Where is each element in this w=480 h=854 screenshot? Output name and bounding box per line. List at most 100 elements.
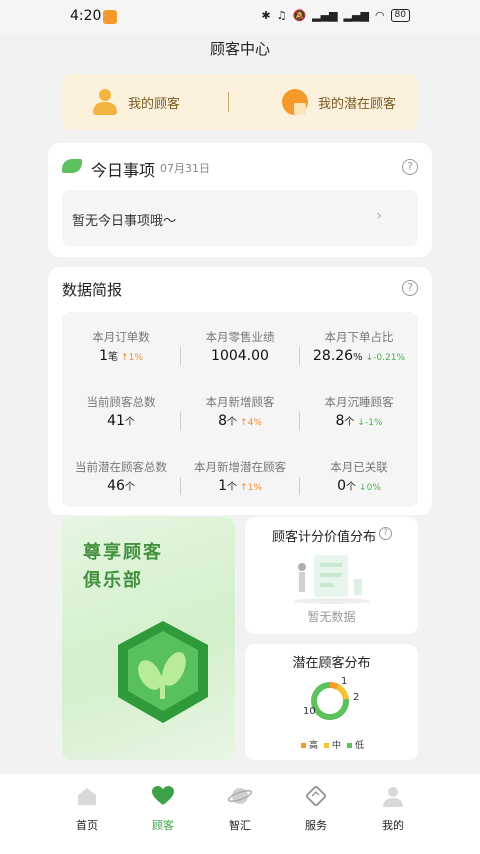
today-panel: 今日事项 07月31日 ? 暂无今日事项哦～ ›: [48, 143, 432, 257]
heart-icon: [152, 786, 174, 805]
stat-unit: 个: [227, 417, 238, 428]
stat-value-row: 41个: [62, 413, 180, 429]
trend-value: 1%: [128, 353, 143, 363]
stat-value: 1: [99, 348, 109, 364]
stat-label: 本月沉睡顾客: [324, 395, 394, 409]
club-title-line1: 尊享顾客: [83, 542, 163, 563]
prospect-icon: [280, 87, 310, 117]
battery-icon: 80: [390, 9, 410, 22]
trend-value: 4%: [247, 418, 262, 428]
potential-distribution-card[interactable]: 潜在顾客分布 1 2 10 高 中 低: [245, 644, 418, 760]
stat-item[interactable]: 本月新增顾客 8个 ↑4%: [181, 394, 299, 429]
trend-badge: ↑4%: [240, 418, 262, 428]
service-icon: [305, 785, 327, 807]
data-report-title: 数据简报: [62, 281, 123, 299]
stat-item[interactable]: 当前顾客总数 41个: [62, 394, 180, 429]
stat-value-row: 0个 ↓0%: [300, 478, 418, 494]
help-icon[interactable]: ?: [402, 280, 418, 296]
trend-down-icon: ↓: [359, 483, 367, 493]
trend-badge: ↑1%: [121, 353, 143, 363]
today-empty-row[interactable]: 暂无今日事项哦～ ›: [62, 190, 418, 246]
donut-slice-中: [335, 684, 349, 700]
stat-label: 本月新增顾客: [205, 395, 275, 409]
trend-up-icon: ↑: [240, 418, 248, 428]
trend-down-icon: ↓: [357, 418, 365, 428]
today-date: 07月31日: [160, 162, 210, 175]
tab-customers-label: 顾客: [152, 819, 174, 832]
stat-unit: 个: [346, 482, 357, 493]
score-distribution-card[interactable]: 顾客计分价值分布 ? 暂无数据: [245, 517, 418, 634]
my-customers-label: 我的顾客: [128, 96, 181, 112]
bluetooth-icon: ✱: [261, 9, 271, 22]
trend-badge: ↑1%: [240, 483, 262, 493]
stat-item[interactable]: 本月沉睡顾客 8个 ↓-1%: [300, 394, 418, 429]
trend-value: 0%: [366, 483, 381, 493]
stat-label: 当前潜在顾客总数: [75, 460, 167, 474]
stat-value: 1: [218, 478, 228, 494]
stat-unit: 个: [227, 482, 238, 493]
trend-value: -1%: [364, 418, 383, 428]
trend-value: -0.21%: [373, 353, 405, 363]
stat-item[interactable]: 当前潜在顾客总数 46个: [62, 459, 180, 494]
profile-icon: [383, 787, 403, 807]
stat-unit: %: [353, 352, 363, 363]
score-empty-text: 暂无数据: [307, 610, 356, 624]
data-report-panel: 数据简报 ? 本月订单数 1笔 ↑1% 本月零售业绩 1004.00 本月下单占比 28.2…: [48, 267, 432, 515]
stat-label: 本月零售业绩: [205, 330, 275, 344]
help-icon[interactable]: ?: [402, 159, 418, 175]
potential-distribution-title: 潜在顾客分布: [292, 656, 371, 671]
stat-item[interactable]: 本月下单占比 28.26% ↓-0.21%: [300, 329, 418, 364]
stat-item[interactable]: 本月订单数 1笔 ↑1%: [62, 329, 180, 364]
divider: [228, 92, 229, 112]
customer-icon: [90, 87, 120, 117]
stat-value-row: 1004.00: [181, 348, 299, 364]
score-distribution-title: 顾客计分价值分布: [272, 530, 377, 545]
home-icon: [78, 788, 96, 805]
my-customers-button[interactable]: 我的顾客: [90, 74, 180, 130]
stat-label: 当前顾客总数: [86, 395, 156, 409]
stat-unit: 个: [124, 482, 135, 493]
empty-illustration-icon: [294, 555, 370, 604]
tab-service-label: 服务: [305, 819, 327, 832]
club-title-line2: 俱乐部: [83, 570, 143, 591]
stat-label: 本月新增潜在顾客: [194, 460, 286, 474]
stat-item[interactable]: 本月已关联 0个 ↓0%: [300, 459, 418, 494]
today-empty-text: 暂无今日事项哦～: [72, 214, 177, 229]
tab-zhihui[interactable]: 智汇: [210, 784, 270, 833]
tab-profile[interactable]: 我的: [363, 784, 423, 833]
trend-badge: ↓-0.21%: [366, 353, 405, 363]
stat-item[interactable]: 本月零售业绩 1004.00: [181, 329, 299, 364]
help-icon[interactable]: ?: [379, 527, 392, 540]
leaf-icon: [62, 159, 82, 173]
trend-up-icon: ↑: [121, 353, 129, 363]
trend-badge: ↓0%: [359, 483, 381, 493]
trend-value: 1%: [247, 483, 262, 493]
stat-label: 本月订单数: [92, 330, 150, 344]
today-title: 今日事项: [91, 161, 156, 180]
my-prospects-button[interactable]: 我的潜在顾客: [280, 74, 396, 130]
my-prospects-label: 我的潜在顾客: [318, 96, 397, 112]
stat-value-row: 8个 ↑4%: [181, 413, 299, 429]
tab-service[interactable]: 服务: [286, 784, 346, 833]
notification-app-icon: [103, 10, 117, 24]
stat-label: 本月下单占比: [324, 330, 394, 344]
stat-value-row: 46个: [62, 478, 180, 494]
tab-customers[interactable]: 顾客: [133, 784, 193, 833]
tab-home[interactable]: 首页: [57, 784, 117, 833]
stat-value: 41: [107, 413, 125, 429]
donut-slice-高: [329, 682, 339, 690]
donut-label-high: 1: [341, 676, 348, 687]
club-title: 尊享顾客 俱乐部: [83, 539, 163, 595]
bottom-tab-bar: 首页 顾客 智汇 服务 我的: [0, 774, 480, 854]
stat-value: 0: [337, 478, 347, 494]
status-bar: 4:20 ✱ ♫ 🔕 ▂▄▆ ▂▄▆ ◠ 80: [0, 0, 480, 34]
donut-label-mid: 2: [353, 692, 360, 703]
stat-value: 1004.00: [211, 348, 269, 364]
stat-unit: 笔: [108, 352, 119, 363]
vip-club-card[interactable]: 尊享顾客 俱乐部: [62, 517, 235, 760]
planet-icon: [227, 788, 253, 804]
status-time: 4:20: [70, 8, 102, 24]
legend-item-mid: 中: [324, 738, 341, 751]
stat-item[interactable]: 本月新增潜在顾客 1个 ↑1%: [181, 459, 299, 494]
mute-icon: 🔕: [292, 9, 307, 22]
